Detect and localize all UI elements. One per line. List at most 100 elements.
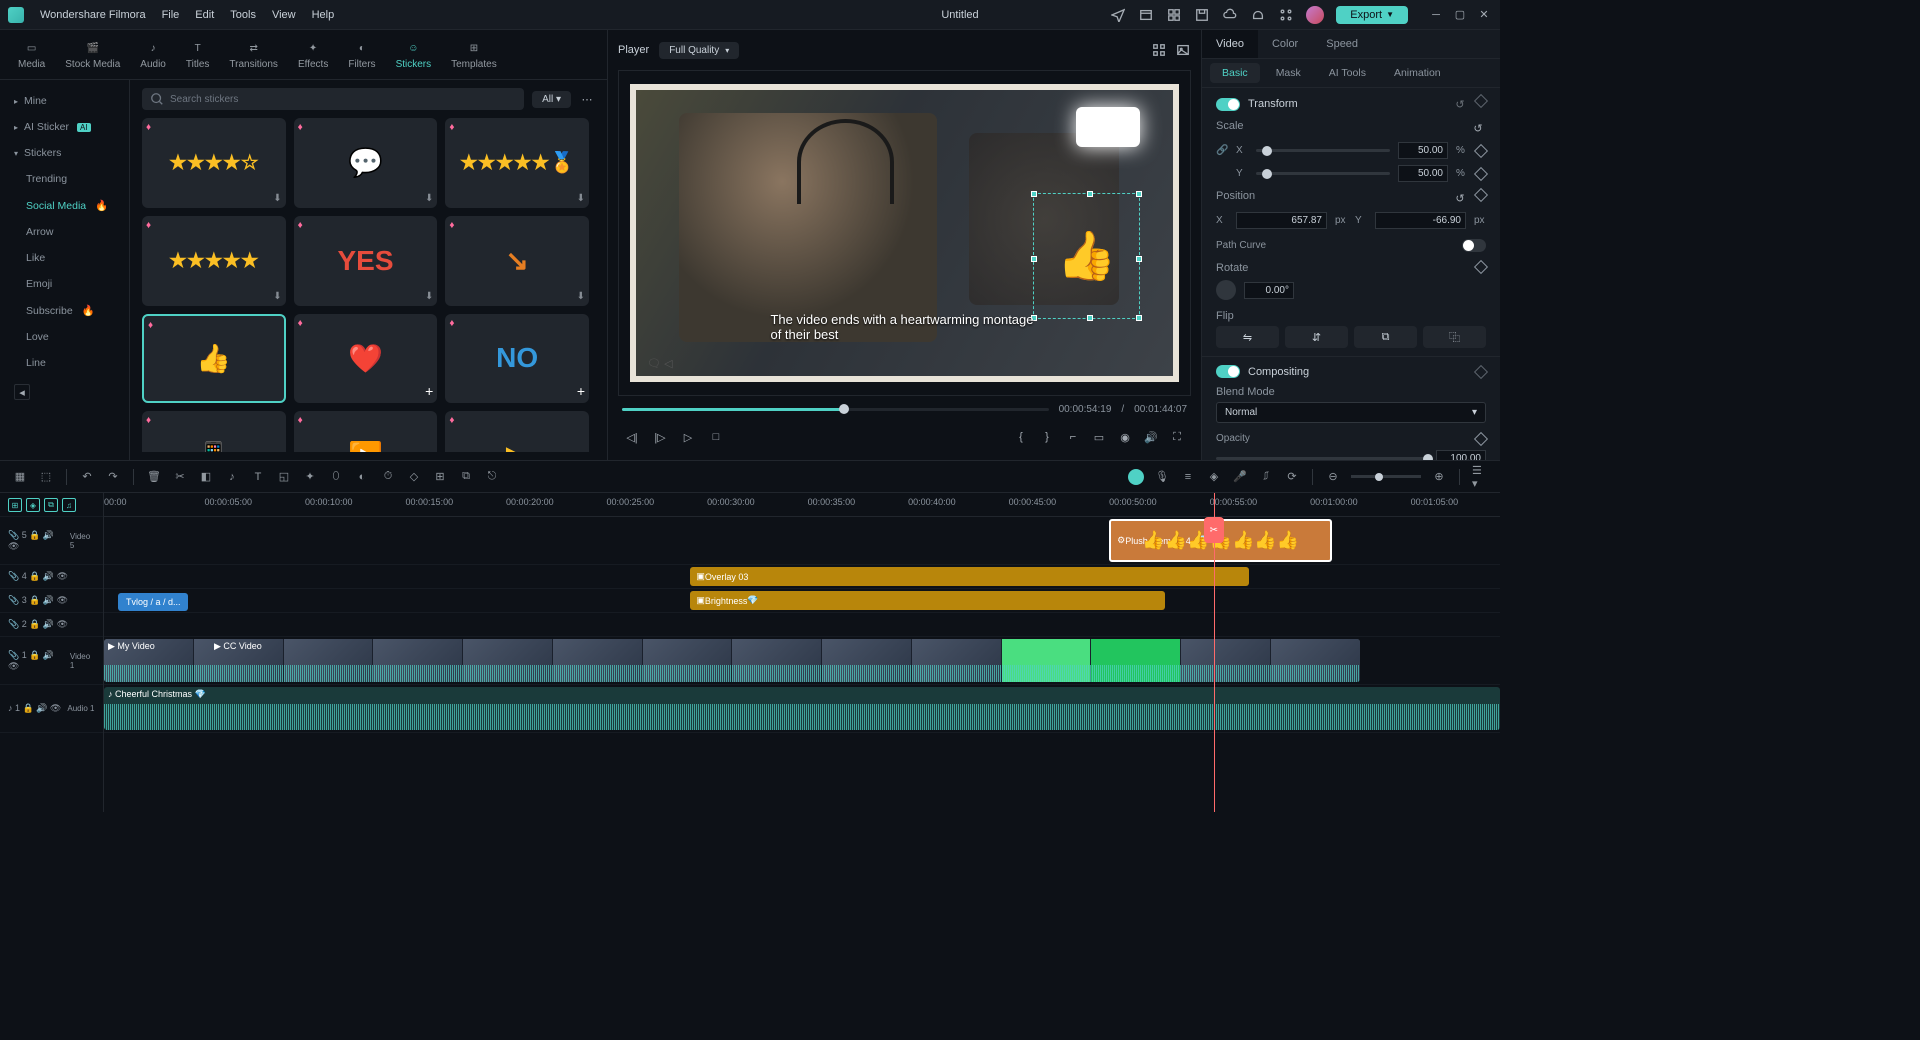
volume-icon[interactable]: 🔊	[1143, 429, 1159, 445]
selected-sticker-overlay[interactable]: 👍	[1033, 193, 1140, 319]
category-love[interactable]: Love	[0, 324, 129, 350]
avatar-icon[interactable]	[1306, 6, 1324, 24]
speed-icon[interactable]: ⏱	[380, 469, 396, 485]
pos-reset-icon[interactable]: ↺	[1452, 190, 1468, 206]
category-line[interactable]: Line	[0, 350, 129, 376]
clip-tag-vlog[interactable]: T vlog / a / d...	[118, 593, 189, 611]
collapse-sidebar-icon[interactable]: ◂	[14, 384, 30, 400]
timeline-tracks[interactable]: 00:0000:00:05:0000:00:10:0000:00:15:0000…	[104, 493, 1500, 812]
lock-icon[interactable]: 🔗	[1216, 145, 1228, 156]
crop-icon[interactable]: ⌐	[1065, 429, 1081, 445]
subtab-ai-tools[interactable]: AI Tools	[1317, 63, 1378, 83]
mark-out-icon[interactable]: }	[1039, 429, 1055, 445]
menu-file[interactable]: File	[162, 9, 180, 21]
sticker-item-3[interactable]: ♦★★★★★⬇	[142, 216, 286, 306]
sticker-item-10[interactable]: ♦▶️⬇	[294, 411, 438, 452]
zoom-slider[interactable]	[1351, 475, 1421, 478]
rotate-keyframe[interactable]	[1474, 260, 1488, 274]
mixer-icon[interactable]: ⎎	[1258, 469, 1274, 485]
sticker-item-4[interactable]: ♦YES⬇	[294, 216, 438, 306]
compositing-toggle[interactable]	[1216, 365, 1240, 378]
sidebar-ai-sticker[interactable]: AI StickerAI	[0, 114, 129, 140]
category-trending[interactable]: Trending	[0, 166, 129, 192]
media-tab-effects[interactable]: ✦Effects	[292, 35, 334, 74]
playhead[interactable]: ✂	[1204, 517, 1224, 543]
layout-tool-icon[interactable]: ▦	[12, 469, 28, 485]
blend-select[interactable]: Normal▾	[1216, 402, 1486, 423]
flip-copy-button[interactable]: ⧉	[1354, 326, 1417, 348]
sticker-item-7[interactable]: ♦❤️+	[294, 314, 438, 404]
media-tab-media[interactable]: ▭Media	[12, 35, 51, 74]
magnet-icon[interactable]: ◈	[26, 498, 40, 512]
pos-y-input[interactable]	[1375, 212, 1466, 229]
flip-h-button[interactable]: ⇋	[1216, 326, 1279, 348]
tab-color[interactable]: Color	[1258, 30, 1312, 58]
export-button[interactable]: Export▼	[1336, 6, 1408, 24]
opacity-slider[interactable]	[1216, 457, 1428, 460]
sticker-item-2[interactable]: ♦★★★★★🏅⬇	[445, 118, 589, 208]
magic-icon[interactable]: ✦	[302, 469, 318, 485]
group-icon[interactable]: ⧉	[458, 469, 474, 485]
opacity-keyframe[interactable]	[1474, 431, 1488, 445]
snapshot-icon[interactable]: ◉	[1117, 429, 1133, 445]
render-icon[interactable]: ⟳	[1284, 469, 1300, 485]
track-head-1[interactable]: 📎 1 🔒 🔊 👁Video 1	[0, 637, 103, 685]
music-icon[interactable]: ♪	[224, 469, 240, 485]
close-icon[interactable]: ✕	[1476, 7, 1492, 23]
category-arrow[interactable]: Arrow	[0, 219, 129, 245]
adjust-icon[interactable]: ≡	[1180, 469, 1196, 485]
sticker-item-1[interactable]: ♦💬⬇	[294, 118, 438, 208]
menu-edit[interactable]: Edit	[195, 9, 214, 21]
track-head-5[interactable]: 📎 5 🔒 🔊 👁Video 5	[0, 517, 103, 565]
media-tab-stock-media[interactable]: 🎬Stock Media	[59, 35, 126, 74]
voiceover-icon[interactable]: 🎙	[1154, 469, 1170, 485]
keyframe-icon[interactable]	[1474, 94, 1488, 108]
send-icon[interactable]	[1110, 7, 1126, 23]
tab-speed[interactable]: Speed	[1312, 30, 1372, 58]
text-tool-icon[interactable]: T	[250, 469, 266, 485]
search-input[interactable]: Search stickers	[142, 88, 524, 110]
link-icon[interactable]: ⬯	[328, 469, 344, 485]
preview-scrubber[interactable]	[622, 408, 1049, 411]
mark-in-icon[interactable]: {	[1013, 429, 1029, 445]
scale-x-input[interactable]	[1398, 142, 1448, 159]
sticker-item-9[interactable]: ♦📱⬇	[142, 411, 286, 452]
category-subscribe[interactable]: Subscribe🔥	[0, 297, 129, 324]
track-head-3[interactable]: 📎 3 🔒 🔊 👁	[0, 589, 103, 613]
flip-paste-button[interactable]: ⿻	[1423, 326, 1486, 348]
mic-icon[interactable]: 🎤	[1232, 469, 1248, 485]
next-frame-icon[interactable]: |▷	[652, 429, 668, 445]
clip-brightness[interactable]: ▣ Brightness 💎	[690, 591, 1165, 610]
media-tab-transitions[interactable]: ⇄Transitions	[223, 35, 284, 74]
maximize-icon[interactable]: ▢	[1452, 7, 1468, 23]
sticker-item-8[interactable]: ♦NO+	[445, 314, 589, 404]
scale-y-input[interactable]	[1398, 165, 1448, 182]
audio-snap-icon[interactable]: ♫	[62, 498, 76, 512]
scale-y-slider[interactable]	[1256, 172, 1390, 175]
media-tab-audio[interactable]: ♪Audio	[134, 35, 172, 74]
delete-icon[interactable]: 🗑	[146, 469, 162, 485]
cloud-icon[interactable]	[1222, 7, 1238, 23]
track-head-a1[interactable]: ♪ 1 🔒 🔊 👁Audio 1	[0, 685, 103, 733]
crop-tool-icon[interactable]: ◧	[198, 469, 214, 485]
track-head-4[interactable]: 📎 4 🔒 🔊 👁	[0, 565, 103, 589]
layout-icon[interactable]	[1166, 7, 1182, 23]
scale-tool-icon[interactable]: ◱	[276, 469, 292, 485]
comp-keyframe[interactable]	[1474, 364, 1488, 378]
prev-frame-icon[interactable]: ◁|	[624, 429, 640, 445]
category-like[interactable]: Like	[0, 245, 129, 271]
ungroup-icon[interactable]: ⎋	[484, 469, 500, 485]
quality-select[interactable]: Full Quality▾	[659, 42, 739, 59]
track-head-2[interactable]: 📎 2 🔒 🔊 👁	[0, 613, 103, 637]
rotate-dial[interactable]	[1216, 280, 1236, 300]
record-icon[interactable]	[1128, 469, 1144, 485]
picture-icon[interactable]	[1175, 42, 1191, 58]
play-icon[interactable]: ▷	[680, 429, 696, 445]
media-tab-filters[interactable]: ◐Filters	[342, 35, 381, 74]
keyframe-tool-icon[interactable]: ◇	[406, 469, 422, 485]
pos-x-input[interactable]	[1236, 212, 1327, 229]
media-tab-titles[interactable]: TTitles	[180, 35, 216, 74]
sidebar-stickers[interactable]: Stickers	[0, 140, 129, 166]
clip-main-video[interactable]: ▶ My Video ▶ CC Video	[104, 639, 1360, 682]
display-icon[interactable]: ▭	[1091, 429, 1107, 445]
